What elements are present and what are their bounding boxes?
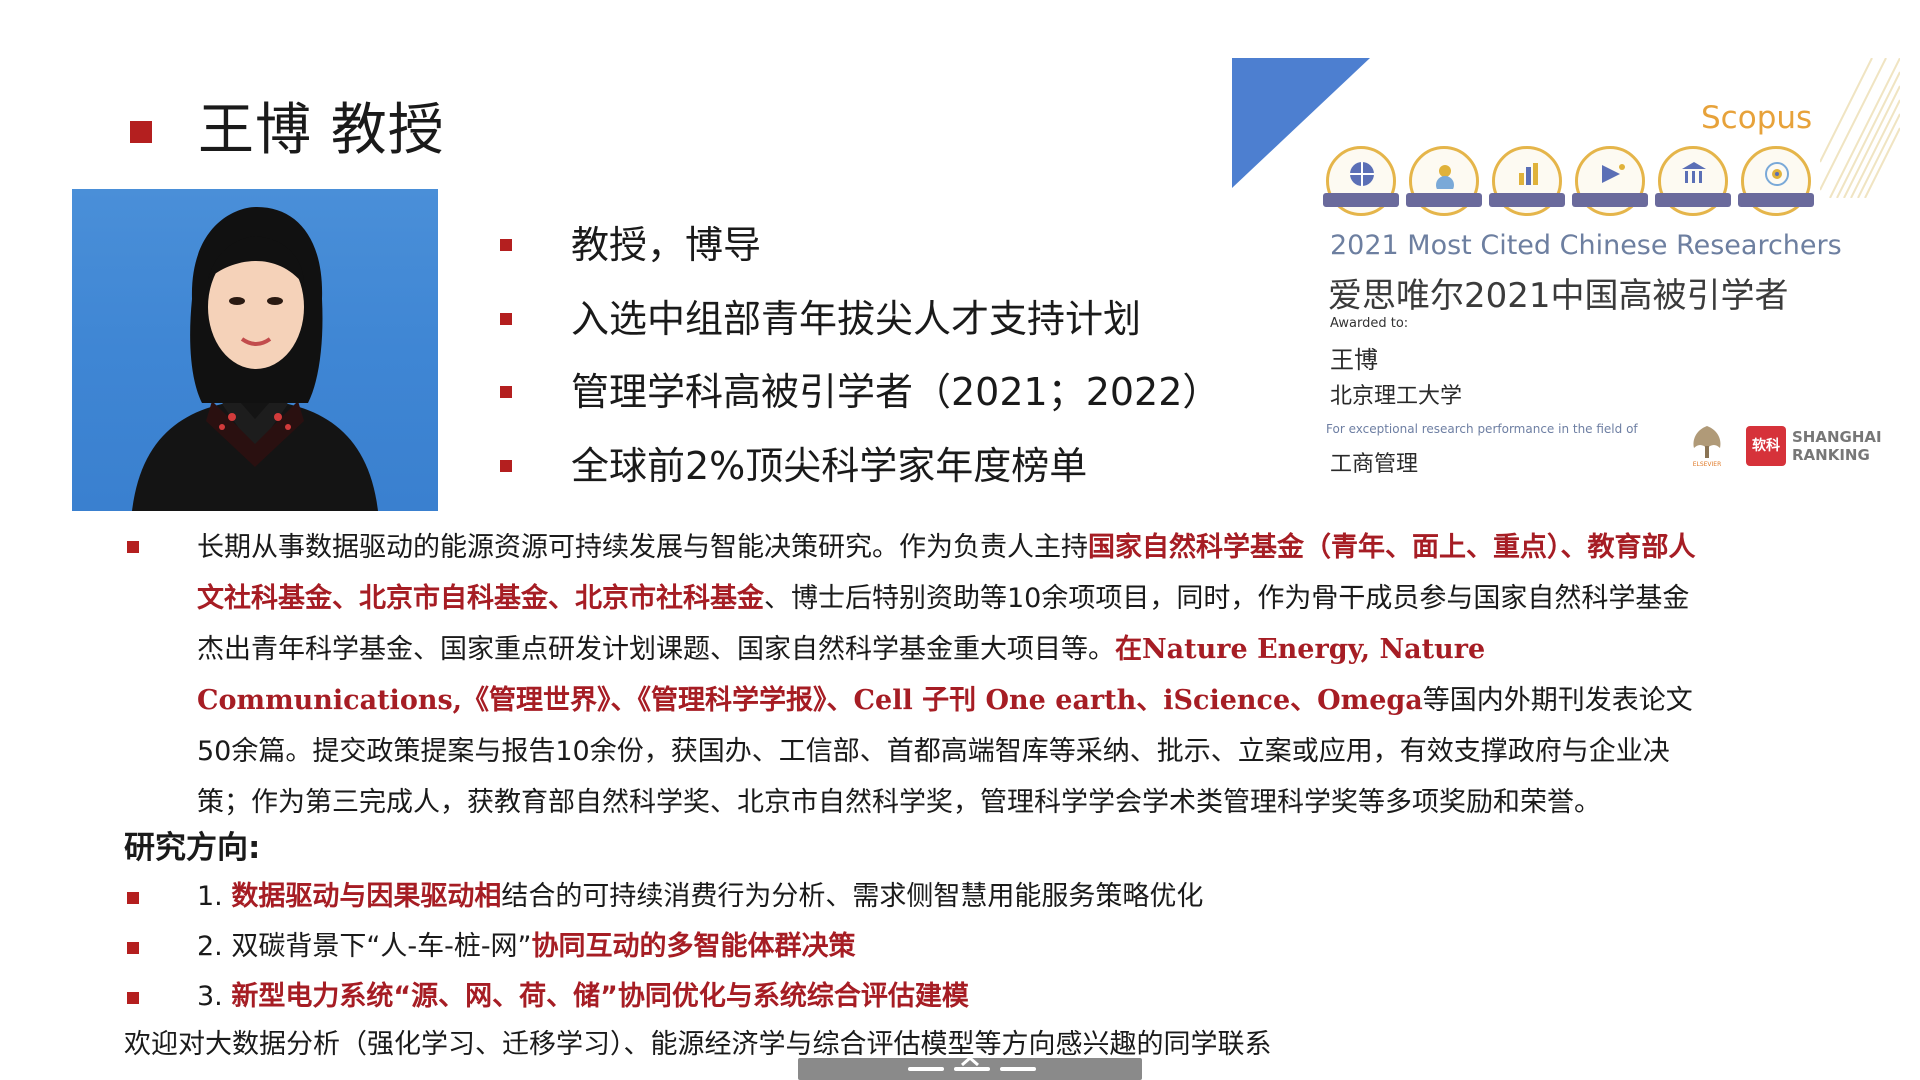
svg-text:ELSEVIER: ELSEVIER	[1693, 461, 1722, 468]
bar-dash	[908, 1067, 944, 1071]
bar-dash	[954, 1067, 990, 1071]
bullet-square	[127, 942, 139, 954]
user-outreach-icon	[1738, 146, 1814, 216]
shanghai-ranking-logo: 软科	[1746, 426, 1786, 466]
portrait-illustration	[132, 207, 378, 511]
bio-paragraph: 长期从事数据驱动的能源资源可持续发展与智能决策研究。作为负责人主持国家自然科学基…	[197, 532, 1696, 818]
topical-search-icon	[1323, 146, 1399, 216]
scopus-logo: Scopus	[1701, 100, 1813, 136]
bar-dash	[1000, 1067, 1036, 1071]
metrics-icon	[1489, 146, 1565, 216]
chevron-up-icon[interactable]	[958, 1055, 982, 1067]
apis-icon	[1572, 146, 1648, 216]
award-title-en: 2021 Most Cited Chinese Researchers	[1330, 230, 1842, 261]
page-title: 王博 教授	[198, 98, 445, 163]
institutions-icon	[1655, 146, 1731, 216]
elsevier-logo: ELSEVIER	[1686, 422, 1728, 468]
award-title-cn: 爱思唯尔2021中国高被引学者	[1328, 276, 1789, 316]
award-recipient-name: 王博	[1330, 346, 1378, 374]
awarded-to-label: Awarded to:	[1330, 316, 1409, 331]
bullet-square	[500, 460, 512, 472]
author-identity-icon	[1406, 146, 1482, 216]
bullet-square	[500, 313, 512, 325]
bullet-square	[500, 239, 512, 251]
award-field-note: For exceptional research performance in …	[1326, 422, 1638, 436]
award-university: 北京理工大学	[1330, 384, 1463, 409]
bullet-square	[127, 892, 139, 904]
title-bullet	[130, 121, 152, 143]
paragraph-bullet	[127, 541, 139, 553]
bullet-square	[127, 992, 139, 1004]
badge-stripes	[1820, 58, 1900, 198]
shanghai-ranking-text: SHANGHAI RANKING	[1792, 428, 1882, 464]
bullet-square	[500, 386, 512, 398]
award-field: 工商管理	[1330, 452, 1419, 477]
research-heading: 研究方向:	[124, 830, 261, 866]
presentation-control-bar[interactable]	[798, 1055, 1142, 1080]
portrait-photo	[72, 189, 438, 511]
